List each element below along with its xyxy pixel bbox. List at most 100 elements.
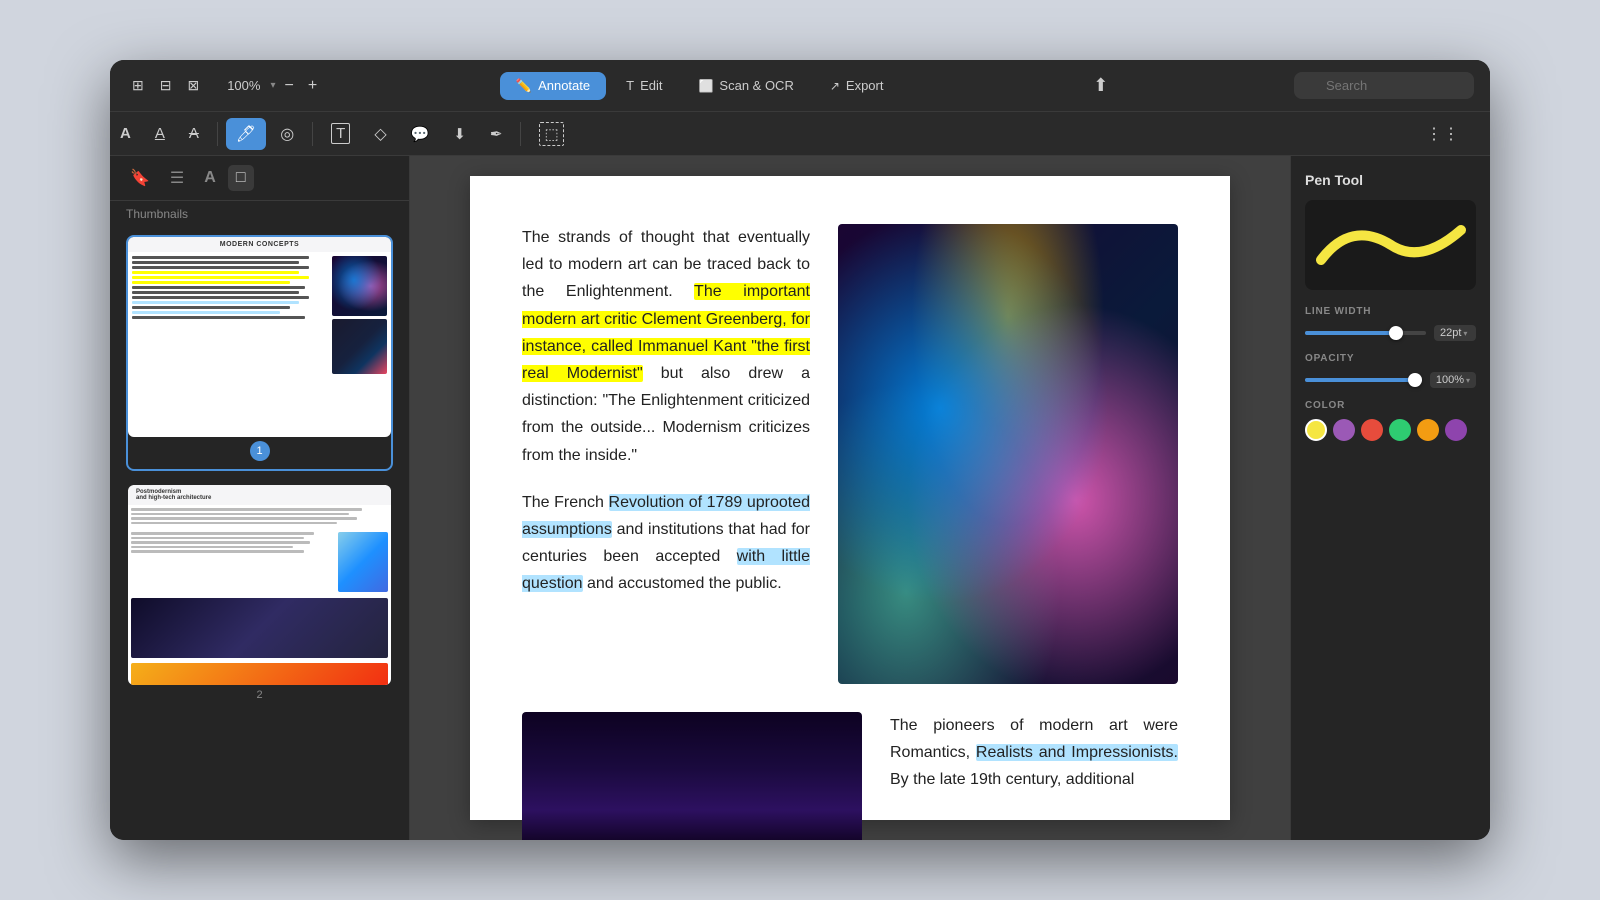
sidebar-tab-pages[interactable]: □ (228, 165, 254, 191)
thumbnail-page-1[interactable]: MODERN CONCEPTS (126, 235, 393, 471)
signature-btn[interactable]: ✒ (480, 119, 513, 149)
thumbnail-body-1 (128, 252, 391, 437)
color-swatch-yellow[interactable] (1305, 419, 1327, 441)
doc-content-top: The strands of thought that eventually l… (522, 224, 1178, 684)
color-swatch-purple[interactable] (1333, 419, 1355, 441)
zoom-in-btn[interactable]: + (303, 75, 322, 97)
line-width-thumb[interactable] (1389, 326, 1403, 340)
split-view-btn[interactable]: ⊠ (181, 73, 205, 98)
sidebar-tabs: 🔖 ☰ A □ (110, 156, 409, 201)
share-btn[interactable]: ⬆ (1085, 71, 1116, 100)
color-swatch-red[interactable] (1361, 419, 1383, 441)
right-panel: Pen Tool LINE WIDTH 22pt ▾ OP (1290, 156, 1490, 840)
opacity-value-text: 100% (1436, 374, 1464, 386)
select-btn[interactable]: ⬚ (529, 116, 573, 152)
export-icon: ↗ (830, 79, 840, 93)
paragraph-3: The pioneers of modern art were Romantic… (890, 712, 1178, 840)
tab-scan-ocr-label: Scan & OCR (719, 78, 793, 93)
line-width-row: 22pt ▾ (1305, 325, 1476, 341)
zoom-out-btn[interactable]: − (279, 75, 298, 97)
sidebar-toggle-btn[interactable]: ⊞ (126, 73, 150, 98)
zoom-value[interactable]: 100% (221, 76, 266, 95)
thumbnails-label: Thumbnails (110, 201, 409, 227)
tab-edit[interactable]: T Edit (610, 72, 678, 100)
thumbnail-images-1 (332, 256, 387, 433)
doc-content-bottom: The pioneers of modern art were Romantic… (522, 712, 1178, 840)
color-label: COLOR (1305, 400, 1476, 411)
opacity-track[interactable] (1305, 378, 1422, 382)
sidebar: 🔖 ☰ A □ Thumbnails MODERN CONCEPTS (110, 156, 410, 840)
search-input[interactable] (1294, 72, 1474, 99)
sidebar-tab-text[interactable]: A (196, 165, 224, 191)
line-width-track[interactable] (1305, 331, 1426, 335)
stamp-btn[interactable]: ⬇ (443, 119, 476, 149)
doc-text-column: The strands of thought that eventually l… (522, 224, 810, 684)
color-swatch-green[interactable] (1389, 419, 1411, 441)
line-width-dropdown-icon: ▾ (1463, 329, 1467, 338)
line-width-fill (1305, 331, 1396, 335)
line-width-value-text: 22pt (1440, 327, 1461, 339)
shape-icon: ◇ (374, 124, 386, 144)
search-wrapper (1294, 72, 1474, 99)
thumbnail-img-top (332, 256, 387, 316)
tab-annotate-label: Annotate (538, 78, 590, 93)
thumbnail-card-2: Postmodernismand high-tech architecture (128, 485, 391, 685)
tab-edit-label: Edit (640, 78, 662, 93)
top-bar: ⊞ ⊟ ⊠ 100% ▾ − + ✏️ Annotate T Edit ⬜ Sc… (110, 60, 1490, 112)
paragraph-2: The French Revolution of 1789 uprooted a… (522, 489, 810, 598)
page-1-badge: 1 (250, 441, 270, 461)
tab-export[interactable]: ↗ Export (814, 72, 900, 100)
highlight-2a: Revolution of 1789 uprooted assumptions (522, 494, 810, 538)
grid-view-btn[interactable]: ⊟ (154, 73, 178, 98)
thumbnail-img-2a (131, 598, 388, 658)
thumbnail-text-1 (132, 256, 329, 433)
thumbnail-img-bottom (332, 319, 387, 374)
doc-image-fluid (838, 224, 1178, 684)
thumbnails-list: MODERN CONCEPTS (110, 227, 409, 840)
sidebar-tab-bookmark[interactable]: 🔖 (122, 164, 158, 192)
page-1-badge-wrapper: 1 (128, 437, 391, 469)
opacity-fill (1305, 378, 1422, 382)
text-box-btn[interactable]: T (321, 117, 360, 150)
text-style-btn[interactable]: A (110, 119, 141, 148)
tab-scan-ocr[interactable]: ⬜ Scan & OCR (682, 72, 809, 100)
underline-btn[interactable]: A (145, 119, 175, 148)
select-icon: ⬚ (539, 122, 563, 146)
eraser-btn[interactable]: ◎ (270, 118, 304, 150)
annotation-toolbar: A A A 🖊 ◎ T ◇ 💬 ⬇ ✒ ⬚ (110, 112, 1490, 156)
opacity-thumb[interactable] (1408, 373, 1422, 387)
text-style-icon: A (120, 125, 131, 142)
text-box-icon: T (331, 123, 350, 144)
nav-tabs: ✏️ Annotate T Edit ⬜ Scan & OCR ↗ Export (500, 72, 900, 100)
sidebar-tab-list[interactable]: ☰ (162, 164, 192, 192)
highlight-2b: with little question (522, 548, 810, 592)
strikethrough-btn[interactable]: A (179, 119, 209, 148)
document-area[interactable]: The strands of thought that eventually l… (410, 156, 1290, 840)
tab-export-label: Export (846, 78, 884, 93)
thumbnail-page-2[interactable]: Postmodernismand high-tech architecture (126, 483, 393, 707)
opacity-label: OPACITY (1305, 353, 1476, 364)
color-swatches (1305, 419, 1476, 441)
toolbar-divider-1 (217, 122, 218, 146)
opacity-value[interactable]: 100% ▾ (1430, 372, 1476, 388)
doc-image-bottom (522, 712, 862, 840)
tab-annotate[interactable]: ✏️ Annotate (500, 72, 606, 100)
highlight-icon: 🖊 (236, 124, 256, 144)
main-content: 🔖 ☰ A □ Thumbnails MODERN CONCEPTS (110, 156, 1490, 840)
comment-icon: 💬 (411, 125, 430, 143)
highlight-btn[interactable]: 🖊 (226, 118, 266, 150)
color-swatch-violet[interactable] (1445, 419, 1467, 441)
thumbnail-text-2 (131, 508, 388, 526)
line-width-value[interactable]: 22pt ▾ (1434, 325, 1476, 341)
thumbnail-header-2: Postmodernismand high-tech architecture (128, 485, 391, 505)
shape-btn[interactable]: ◇ (364, 118, 396, 150)
panel-toggle-btn[interactable]: ⋮⋮ (1416, 118, 1470, 150)
toolbar-right: ⋮⋮ (1416, 118, 1490, 150)
eraser-icon: ◎ (280, 124, 294, 144)
zoom-control: 100% ▾ − + (221, 75, 322, 97)
comment-btn[interactable]: 💬 (401, 119, 440, 149)
color-swatch-orange[interactable] (1417, 419, 1439, 441)
toolbar-divider-3 (520, 122, 521, 146)
scan-icon: ⬜ (698, 79, 713, 93)
paragraph-3-text: The pioneers of modern art were Romantic… (890, 712, 1178, 794)
